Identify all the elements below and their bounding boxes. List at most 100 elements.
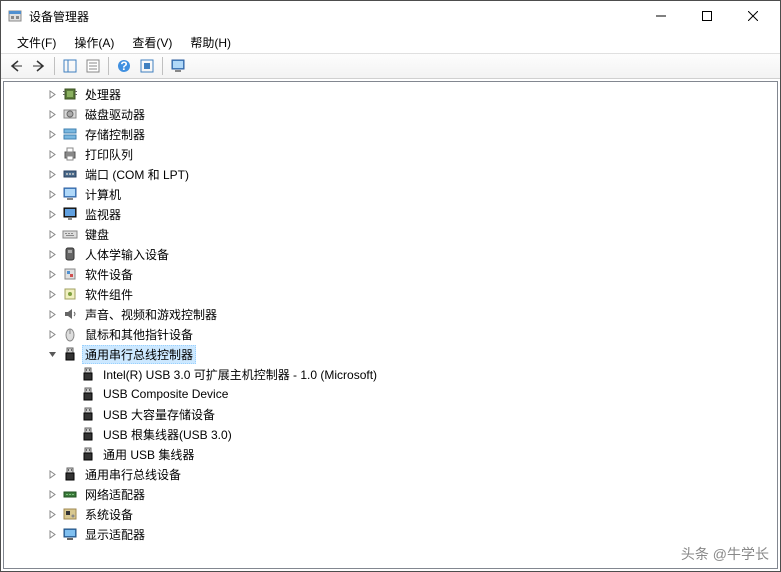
tree-node[interactable]: 软件设备 <box>4 264 777 284</box>
tree-node[interactable]: 监视器 <box>4 204 777 224</box>
toolbar-separator <box>108 57 109 75</box>
usb-icon <box>80 366 96 382</box>
expand-icon[interactable] <box>44 486 60 502</box>
tree-node[interactable]: 软件组件 <box>4 284 777 304</box>
show-hide-tree-button[interactable] <box>59 55 81 77</box>
keyboard-icon <box>62 226 78 242</box>
node-label: 键盘 <box>82 225 112 244</box>
app-icon <box>7 8 23 24</box>
tree-node[interactable]: 网络适配器 <box>4 484 777 504</box>
display-icon <box>62 526 78 542</box>
window: 设备管理器 文件(F) 操作(A) 查看(V) 帮助(H) ? 处理器磁盘驱动器… <box>0 0 781 572</box>
help-button[interactable]: ? <box>113 55 135 77</box>
expand-icon[interactable] <box>44 206 60 222</box>
titlebar: 设备管理器 <box>1 1 780 31</box>
software-icon <box>62 266 78 282</box>
menu-help[interactable]: 帮助(H) <box>182 32 239 53</box>
expand-icon[interactable] <box>44 146 60 162</box>
computer-button[interactable] <box>167 55 189 77</box>
storage-icon <box>62 126 78 142</box>
usb-icon <box>62 466 78 482</box>
node-label: 显示适配器 <box>82 525 148 544</box>
node-label: 通用串行总线控制器 <box>82 345 196 364</box>
tree-node[interactable]: 系统设备 <box>4 504 777 524</box>
disk-icon <box>62 106 78 122</box>
menu-file[interactable]: 文件(F) <box>9 32 64 53</box>
maximize-button[interactable] <box>684 1 730 31</box>
tree-node[interactable]: 端口 (COM 和 LPT) <box>4 164 777 184</box>
tree-node[interactable]: 显示适配器 <box>4 524 777 544</box>
close-button[interactable] <box>730 1 776 31</box>
expand-icon[interactable] <box>44 526 60 542</box>
computer-icon <box>62 186 78 202</box>
usb-icon <box>80 406 96 422</box>
tree-node[interactable]: USB Composite Device <box>4 384 777 404</box>
expand-icon[interactable] <box>44 466 60 482</box>
toolbar-separator <box>162 57 163 75</box>
expand-icon[interactable] <box>44 226 60 242</box>
expand-icon[interactable] <box>44 106 60 122</box>
node-label: USB 根集线器(USB 3.0) <box>100 425 235 444</box>
properties-button[interactable] <box>82 55 104 77</box>
node-label: 端口 (COM 和 LPT) <box>82 165 192 184</box>
menu-view[interactable]: 查看(V) <box>124 32 180 53</box>
expand-icon[interactable] <box>44 126 60 142</box>
collapse-icon[interactable] <box>44 346 60 362</box>
expand-icon[interactable] <box>44 286 60 302</box>
expand-icon[interactable] <box>44 506 60 522</box>
expand-icon[interactable] <box>44 326 60 342</box>
svg-text:?: ? <box>120 59 127 73</box>
expand-icon[interactable] <box>44 266 60 282</box>
tree-node[interactable]: 通用串行总线控制器 <box>4 344 777 364</box>
expand-icon[interactable] <box>44 306 60 322</box>
tree-node[interactable]: 通用串行总线设备 <box>4 464 777 484</box>
node-label: 通用串行总线设备 <box>82 465 184 484</box>
expand-icon[interactable] <box>44 166 60 182</box>
expand-icon[interactable] <box>44 186 60 202</box>
tree-node[interactable]: 键盘 <box>4 224 777 244</box>
tree-node[interactable]: 人体学输入设备 <box>4 244 777 264</box>
tree-node[interactable]: USB 大容量存储设备 <box>4 404 777 424</box>
toolbar-separator <box>54 57 55 75</box>
node-label: 系统设备 <box>82 505 136 524</box>
expand-icon[interactable] <box>44 246 60 262</box>
node-label: 通用 USB 集线器 <box>100 445 197 464</box>
expand-icon[interactable] <box>44 86 60 102</box>
forward-button[interactable] <box>28 55 50 77</box>
node-label: 软件设备 <box>82 265 136 284</box>
menu-action[interactable]: 操作(A) <box>66 32 122 53</box>
monitor-icon <box>62 206 78 222</box>
minimize-button[interactable] <box>638 1 684 31</box>
system-icon <box>62 506 78 522</box>
scan-hardware-button[interactable] <box>136 55 158 77</box>
node-label: 鼠标和其他指针设备 <box>82 325 196 344</box>
tree-node[interactable]: 磁盘驱动器 <box>4 104 777 124</box>
usb-icon <box>62 346 78 362</box>
node-label: 声音、视频和游戏控制器 <box>82 305 220 324</box>
cpu-icon <box>62 86 78 102</box>
node-label: 软件组件 <box>82 285 136 304</box>
node-label: 监视器 <box>82 205 124 224</box>
usb-icon <box>80 386 96 402</box>
tree-node[interactable]: 计算机 <box>4 184 777 204</box>
tree-node[interactable]: 打印队列 <box>4 144 777 164</box>
window-title: 设备管理器 <box>29 8 638 25</box>
device-tree[interactable]: 处理器磁盘驱动器存储控制器打印队列端口 (COM 和 LPT)计算机监视器键盘人… <box>3 81 778 569</box>
tree-node[interactable]: 处理器 <box>4 84 777 104</box>
component-icon <box>62 286 78 302</box>
tree-node[interactable]: 声音、视频和游戏控制器 <box>4 304 777 324</box>
node-label: 处理器 <box>82 85 124 104</box>
menubar: 文件(F) 操作(A) 查看(V) 帮助(H) <box>1 31 780 53</box>
tree-node[interactable]: 鼠标和其他指针设备 <box>4 324 777 344</box>
hid-icon <box>62 246 78 262</box>
tree-node[interactable]: USB 根集线器(USB 3.0) <box>4 424 777 444</box>
node-label: USB 大容量存储设备 <box>100 405 218 424</box>
node-label: Intel(R) USB 3.0 可扩展主机控制器 - 1.0 (Microso… <box>100 365 380 384</box>
usb-icon <box>80 446 96 462</box>
back-button[interactable] <box>5 55 27 77</box>
tree-node[interactable]: 存储控制器 <box>4 124 777 144</box>
usb-icon <box>80 426 96 442</box>
content-area: 处理器磁盘驱动器存储控制器打印队列端口 (COM 和 LPT)计算机监视器键盘人… <box>1 79 780 571</box>
tree-node[interactable]: 通用 USB 集线器 <box>4 444 777 464</box>
tree-node[interactable]: Intel(R) USB 3.0 可扩展主机控制器 - 1.0 (Microso… <box>4 364 777 384</box>
